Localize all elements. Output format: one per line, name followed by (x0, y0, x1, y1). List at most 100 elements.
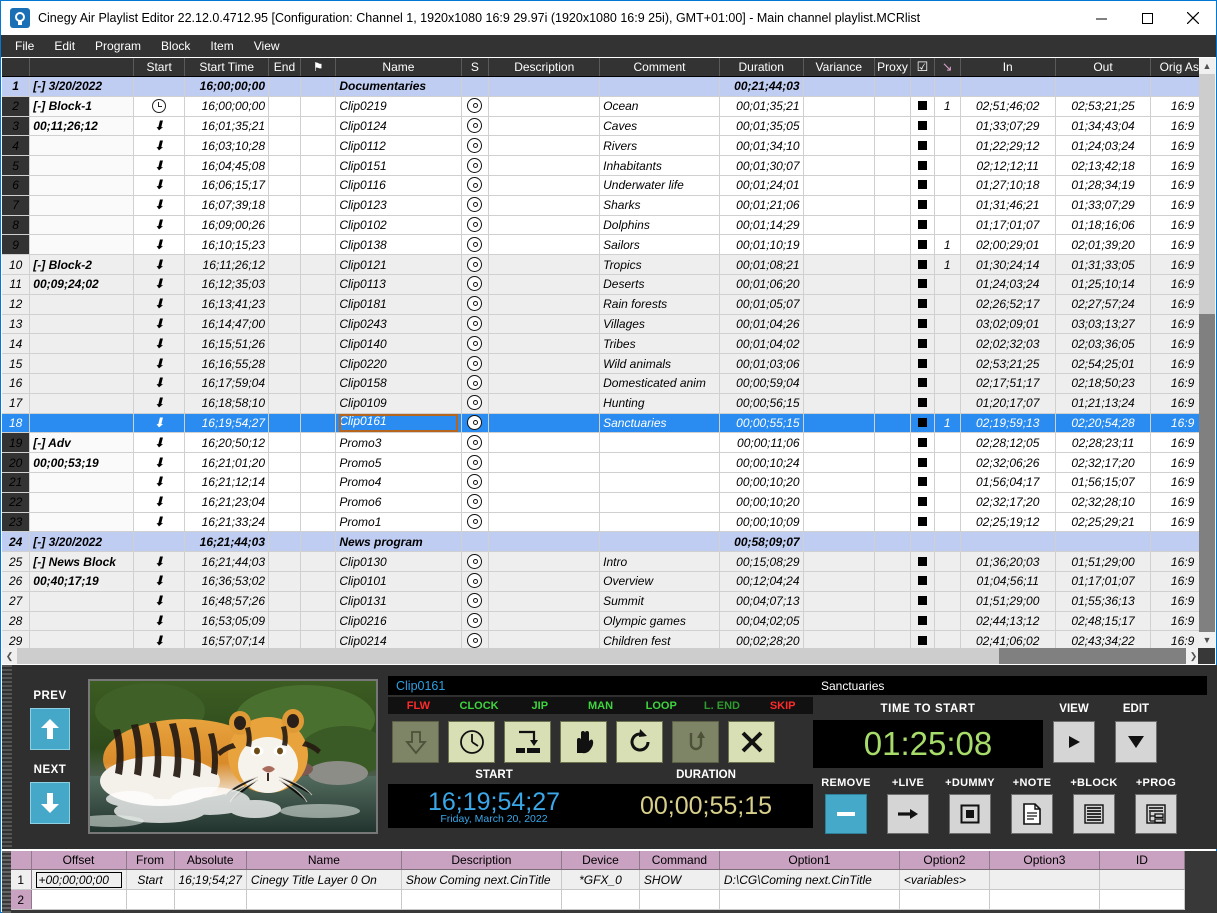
proxy-cell[interactable] (874, 472, 911, 493)
check-cell[interactable] (910, 314, 935, 335)
check-cell[interactable] (910, 452, 935, 473)
variance-cell[interactable] (803, 452, 876, 473)
proxy-cell[interactable] (874, 215, 911, 236)
block-label[interactable] (29, 215, 134, 236)
block-label[interactable]: [-] 3/20/2022 (29, 76, 134, 97)
flag-cell[interactable] (300, 551, 337, 572)
clip-name-cell[interactable]: Clip0131 (335, 591, 462, 612)
events-col-name[interactable]: Name (246, 851, 402, 870)
comment-cell[interactable]: Tropics (599, 254, 720, 275)
end-cell[interactable] (268, 254, 301, 275)
block-label[interactable]: 00;11;26;12 (29, 116, 134, 137)
grid-col-out[interactable]: Out (1055, 58, 1152, 77)
marker-cell[interactable]: 1 (934, 96, 961, 117)
start-time-cell[interactable]: 16;21;44;03 (184, 531, 270, 553)
duration-cell[interactable]: 00;01;10;19 (719, 234, 804, 256)
duration-cell[interactable]: 00;01;04;26 (719, 314, 804, 335)
flag-cell[interactable] (300, 591, 337, 612)
start-time-cell[interactable]: 16;21;12;14 (184, 472, 270, 493)
duration-cell[interactable]: 00;01;35;21 (719, 96, 804, 117)
row-number[interactable]: 6 (2, 175, 31, 196)
in-cell[interactable]: 02;41;06;02 (960, 630, 1056, 648)
maximize-button[interactable] (1124, 1, 1170, 35)
grid-col-variance[interactable]: Variance (803, 58, 876, 77)
clip-name-cell[interactable]: Clip0121 (335, 254, 462, 275)
row-number[interactable]: 9 (2, 234, 31, 256)
check-cell[interactable] (910, 116, 935, 137)
comment-cell[interactable]: Ocean (599, 96, 720, 117)
table-row[interactable]: 22 ⬇ 16;21;23;04 Promo6 00;00;10;20 02;32;17;… (2, 492, 1215, 513)
clip-name-cell[interactable]: Clip0112 (335, 135, 462, 157)
start-time-cell[interactable]: 16;57;07;14 (184, 630, 270, 648)
events-col-offset[interactable]: Offset (31, 851, 127, 870)
end-cell[interactable] (268, 591, 301, 612)
out-cell[interactable] (1055, 531, 1152, 553)
start-time-cell[interactable]: 16;00;00;00 (184, 96, 270, 117)
duration-cell[interactable]: 00;01;30;07 (719, 155, 804, 176)
end-cell[interactable] (268, 432, 301, 454)
clip-name-cell[interactable]: Clip0101 (335, 571, 462, 592)
start-mode-cell[interactable]: ⬇ (133, 254, 186, 275)
start-mode-cell[interactable]: ⬇ (133, 512, 186, 533)
proxy-cell[interactable] (874, 393, 911, 414)
comment-cell[interactable] (599, 512, 720, 533)
out-cell[interactable]: 01;51;29;00 (1055, 551, 1152, 572)
source-cell[interactable] (461, 373, 490, 394)
bottom-grip-handle[interactable] (2, 851, 11, 913)
variance-cell[interactable] (803, 611, 876, 632)
comment-cell[interactable]: Rivers (599, 135, 720, 157)
table-row[interactable]: 21 ⬇ 16;21;12;14 Promo4 00;00;10;20 01;56;04;… (2, 472, 1215, 493)
check-cell[interactable] (910, 492, 935, 513)
flag-cell[interactable] (300, 294, 337, 315)
start-mode-cell[interactable]: ⬇ (133, 333, 186, 355)
loop-button[interactable] (616, 721, 663, 763)
comment-cell[interactable] (599, 76, 720, 97)
marker-cell[interactable] (934, 531, 961, 553)
description-cell[interactable] (488, 571, 601, 592)
grid-col-description[interactable]: Description (488, 58, 601, 77)
secondary-events-grid[interactable]: Offset From Absolute Name Description Device C… (2, 851, 1217, 913)
comment-cell[interactable]: Olympic games (599, 611, 720, 632)
option3-cell[interactable] (989, 889, 1100, 910)
in-cell[interactable]: 02;28;12;05 (960, 432, 1056, 454)
clip-name-cell[interactable]: Clip0214 (335, 630, 462, 648)
clip-name-cell[interactable]: Promo6 (335, 492, 462, 513)
end-cell[interactable] (268, 135, 301, 157)
id-cell[interactable] (1099, 869, 1185, 890)
end-cell[interactable] (268, 571, 301, 592)
events-col-absolute[interactable]: Absolute (174, 851, 247, 870)
end-cell[interactable] (268, 234, 301, 256)
row-number[interactable]: 8 (2, 215, 31, 236)
variance-cell[interactable] (803, 135, 876, 157)
clip-name-cell[interactable]: Clip0138 (335, 234, 462, 256)
row-number[interactable]: 22 (2, 492, 31, 513)
proxy-cell[interactable] (874, 195, 911, 216)
block-label[interactable] (29, 353, 134, 374)
flag-cell[interactable] (300, 413, 337, 434)
comment-cell[interactable] (599, 432, 720, 454)
block-label[interactable] (29, 234, 134, 256)
variance-cell[interactable] (803, 155, 876, 176)
event-description-cell[interactable]: Show Coming next.CinTitle (401, 869, 562, 890)
flag-cell[interactable] (300, 531, 337, 553)
marker-cell[interactable] (934, 630, 961, 648)
events-row[interactable]: 1 +00;00;00;00 Start 16;19;54;27 Cinegy Titl… (11, 869, 1185, 890)
variance-cell[interactable] (803, 195, 876, 216)
start-mode-cell[interactable]: ⬇ (133, 492, 186, 513)
flag-cell[interactable] (300, 195, 337, 216)
check-cell[interactable] (910, 531, 935, 553)
variance-cell[interactable] (803, 393, 876, 414)
block-label[interactable]: 00;40;17;19 (29, 571, 134, 592)
clip-name-cell[interactable]: Clip0158 (335, 373, 462, 394)
end-cell[interactable] (268, 630, 301, 648)
manual-button[interactable] (560, 721, 607, 763)
comment-cell[interactable]: Dolphins (599, 215, 720, 236)
check-cell[interactable] (910, 551, 935, 572)
check-cell[interactable] (910, 175, 935, 196)
variance-cell[interactable] (803, 175, 876, 196)
add-program-button[interactable] (1135, 794, 1177, 834)
menu-edit[interactable]: Edit (44, 36, 85, 56)
description-cell[interactable] (488, 314, 601, 335)
comment-cell[interactable]: Children fest (599, 630, 720, 648)
skip-button[interactable] (728, 721, 775, 763)
